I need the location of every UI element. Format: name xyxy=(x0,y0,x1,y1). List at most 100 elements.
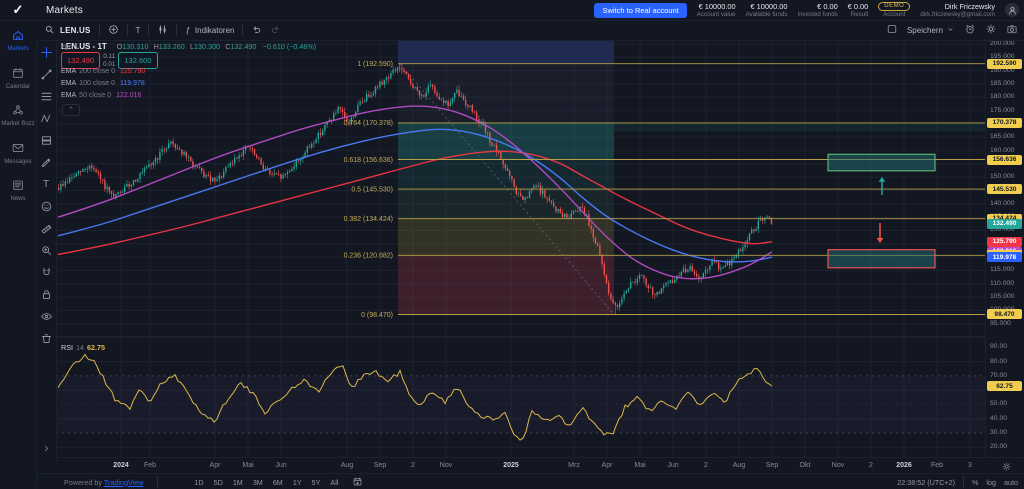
sidebar-item-markets[interactable]: Markets xyxy=(0,28,36,53)
account-stat-result: € 0.00Result xyxy=(848,2,869,19)
time-tick: Aug xyxy=(733,462,745,469)
time-tick: Mai xyxy=(634,462,645,469)
sidebar-item-calendar[interactable]: Calendar xyxy=(0,66,36,91)
range-button-1d[interactable]: 1D xyxy=(194,478,203,487)
chart-area[interactable]: 1 (192.590)0.764 (170.378)0.618 (156.636… xyxy=(56,40,985,457)
undo-icon xyxy=(251,24,262,37)
buy-button[interactable]: 132.600 xyxy=(118,52,157,69)
auto-scale-button[interactable]: auto xyxy=(1004,478,1018,487)
ema-legend-row[interactable]: EMA 200 close 0 125.790 xyxy=(61,68,145,75)
time-tick: Mrz xyxy=(568,462,580,469)
user-name: Dirk Friczewsky xyxy=(945,2,995,11)
price-axis[interactable]: 200.000195.000190.000185.000180.000175.0… xyxy=(985,40,1024,457)
log-scale-button[interactable]: log xyxy=(986,478,996,487)
news-icon xyxy=(11,178,25,194)
clock[interactable]: 22:38:52 (UTC+2) xyxy=(897,478,955,487)
toolbar-expand-chevron-icon[interactable] xyxy=(38,440,55,457)
range-button-all[interactable]: All xyxy=(330,478,338,487)
gear-icon[interactable] xyxy=(985,23,997,37)
range-button-1m[interactable]: 1M xyxy=(233,478,243,487)
camera-icon[interactable] xyxy=(1006,23,1018,37)
account-stat-available-funds: € 10000.00Available funds xyxy=(746,2,788,19)
go-to-date-icon[interactable] xyxy=(352,476,363,489)
price-badge: 156.636 xyxy=(987,155,1022,165)
home-icon xyxy=(11,28,25,44)
time-tick: Okt xyxy=(800,462,811,469)
sidebar-item-news[interactable]: News xyxy=(0,178,36,203)
undo-button[interactable] xyxy=(243,24,270,37)
trading-app: ✓ Markets Switch to Real account € 10000… xyxy=(0,0,1024,489)
time-tick: Sep xyxy=(766,462,778,469)
hide-all-tool[interactable] xyxy=(38,308,55,325)
percent-scale-button[interactable]: % xyxy=(972,478,978,487)
user-avatar[interactable] xyxy=(1005,3,1019,17)
symbol-search[interactable]: LEN.US xyxy=(36,24,99,37)
tradingview-link[interactable]: TradingView xyxy=(104,478,144,487)
alert-icon[interactable] xyxy=(964,23,976,37)
calendar-icon xyxy=(11,66,25,82)
svg-text:1 (192.590): 1 (192.590) xyxy=(357,61,393,68)
price-tick: 150.000 xyxy=(990,173,1015,180)
ema-legend-row[interactable]: EMA 50 close 0 122.016 xyxy=(61,92,141,99)
broker-logo-icon[interactable]: ✓ xyxy=(0,2,36,18)
quote-panel: 132.490 0.11 0.01 132.600 xyxy=(61,52,158,69)
xabcd-pattern-tool[interactable] xyxy=(38,110,55,127)
time-tick: 2 xyxy=(869,462,873,469)
redo-icon xyxy=(270,24,281,37)
interval-button[interactable]: T xyxy=(128,26,149,35)
emoji-tool[interactable] xyxy=(38,198,55,215)
rsi-tick: 30.00 xyxy=(990,429,1007,436)
time-tick: 2026 xyxy=(896,462,912,469)
bottom-toolbar: Powered by TradingView 1D5D1M3M6M1Y5YAll… xyxy=(36,473,1024,489)
time-tick: Sep xyxy=(374,462,386,469)
save-layout-button[interactable]: Speichern xyxy=(907,25,955,36)
compare-button[interactable] xyxy=(100,24,127,37)
rsi-tick: 50.00 xyxy=(990,400,1007,407)
indicators-button[interactable]: ƒ Indikatoren xyxy=(177,26,242,35)
time-axis[interactable]: 2024FebAprMaiJunAugSep2Nov2025MrzAprMaiJ… xyxy=(36,457,1024,474)
legend-collapse-button[interactable]: ⌃ xyxy=(62,104,80,116)
lock-all-tool[interactable] xyxy=(38,286,55,303)
account-stats: € 10000.00Account value€ 10000.00Availab… xyxy=(697,2,869,19)
zoom-in-tool[interactable] xyxy=(38,242,55,259)
sidebar-item-messages[interactable]: Messages xyxy=(0,141,36,166)
layout-icon[interactable] xyxy=(886,23,898,37)
time-tick: Nov xyxy=(440,462,452,469)
price-badge: 132.490 xyxy=(987,219,1022,229)
magnet-tool[interactable] xyxy=(38,264,55,281)
fib-retracement-tool[interactable] xyxy=(38,88,55,105)
ema-legend-row[interactable]: EMA 100 close 0 119.978 xyxy=(61,80,145,87)
price-chart[interactable]: 1 (192.590)0.764 (170.378)0.618 (156.636… xyxy=(56,40,985,457)
fx-icon: ƒ xyxy=(185,26,189,35)
price-tick: 105.000 xyxy=(990,293,1015,300)
range-button-5d[interactable]: 5D xyxy=(214,478,223,487)
price-badge: 125.790 xyxy=(987,237,1022,247)
remove-all-tool[interactable] xyxy=(38,330,55,347)
brush-tool[interactable] xyxy=(38,154,55,171)
time-tick: Nov xyxy=(832,462,844,469)
price-badge: 145.530 xyxy=(987,184,1022,194)
trend-line-tool[interactable] xyxy=(38,66,55,83)
time-tick: Feb xyxy=(931,462,943,469)
time-tick: 2 xyxy=(411,462,415,469)
sell-button[interactable]: 132.490 xyxy=(61,52,100,69)
chevron-down-icon xyxy=(946,25,955,36)
text-tool[interactable]: T xyxy=(38,176,55,193)
chart-style-button[interactable] xyxy=(149,24,176,37)
range-button-6m[interactable]: 6M xyxy=(273,478,283,487)
search-icon xyxy=(44,24,55,37)
crosshair-tool[interactable] xyxy=(38,44,55,61)
range-button-1y[interactable]: 1Y xyxy=(293,478,302,487)
range-button-3m[interactable]: 3M xyxy=(253,478,263,487)
time-tick: 3 xyxy=(968,462,972,469)
long-position-tool[interactable] xyxy=(38,132,55,149)
candlestick-icon xyxy=(157,24,168,37)
demo-pill: DEMO xyxy=(878,2,910,11)
switch-to-real-account-button[interactable]: Switch to Real account xyxy=(594,3,686,18)
account-summary: Switch to Real account € 10000.00Account… xyxy=(594,0,1019,20)
sidebar-item-market-buzz[interactable]: Market Buzz xyxy=(0,103,36,128)
redo-button[interactable] xyxy=(270,24,289,37)
ruler-tool[interactable] xyxy=(38,220,55,237)
time-tick: Feb xyxy=(144,462,156,469)
range-button-5y[interactable]: 5Y xyxy=(312,478,321,487)
